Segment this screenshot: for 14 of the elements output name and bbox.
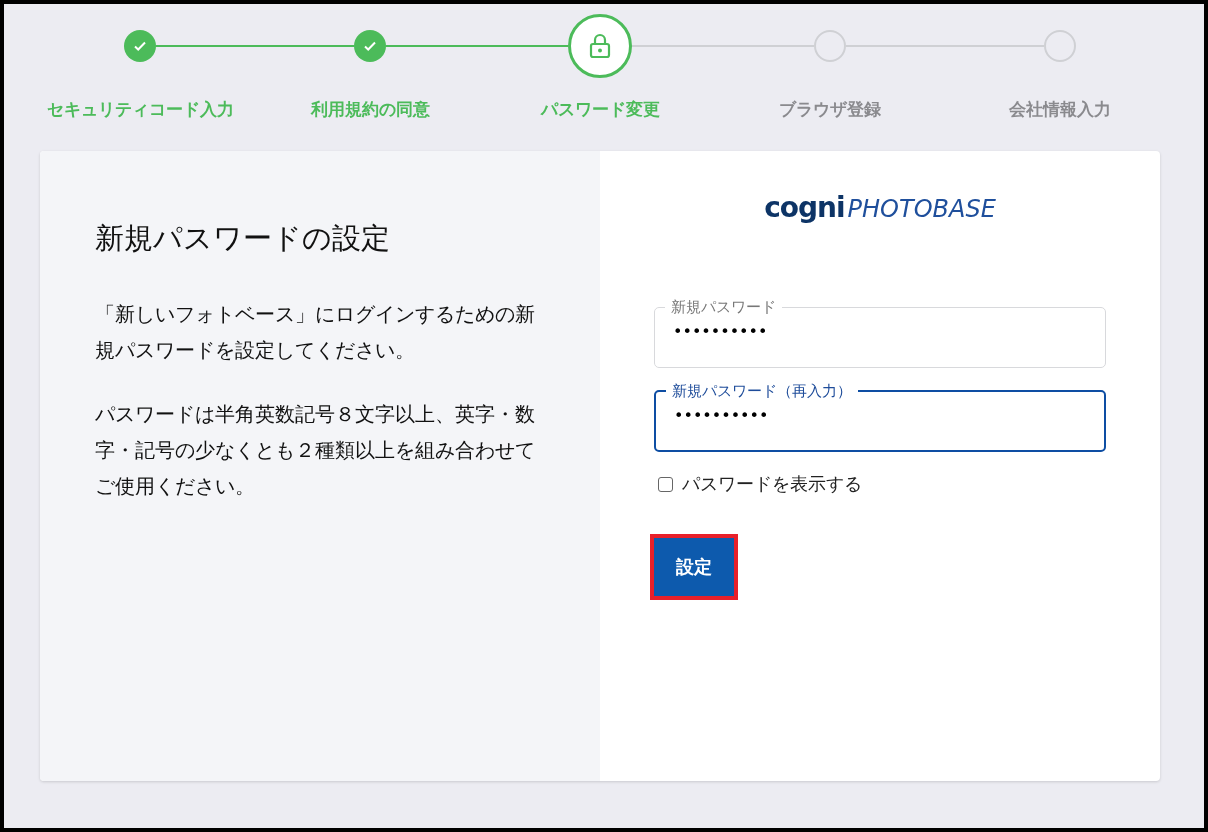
- show-password-checkbox[interactable]: [658, 476, 673, 492]
- step-label: 利用規約の同意: [310, 98, 430, 121]
- step-label: パスワード変更: [540, 98, 660, 121]
- step-label: セキュリティコード入力: [46, 98, 234, 121]
- product-logo: cogniPHOTOBASE: [764, 191, 996, 224]
- step-label: 会社情報入力: [1009, 98, 1111, 121]
- instruction-text: パスワードは半角英数記号８文字以上、英字・数字・記号の少なくとも２種類以上を組み合わせてご使用ください。: [95, 402, 536, 500]
- panel-title: 新規パスワードの設定: [95, 220, 391, 257]
- password-field[interactable]: 新規パスワード（再入力） ••••••••••: [654, 382, 1106, 452]
- password-field[interactable]: 新規パスワード ••••••••••: [654, 298, 1106, 368]
- instruction-text: 「新しいフォトベース」にログインするための新規パスワードを設定してください。: [95, 302, 536, 364]
- checkbox-label: パスワードを表示する: [682, 472, 862, 496]
- submit-button[interactable]: 設定: [654, 538, 734, 596]
- step-label: ブラウザ登録: [779, 98, 881, 121]
